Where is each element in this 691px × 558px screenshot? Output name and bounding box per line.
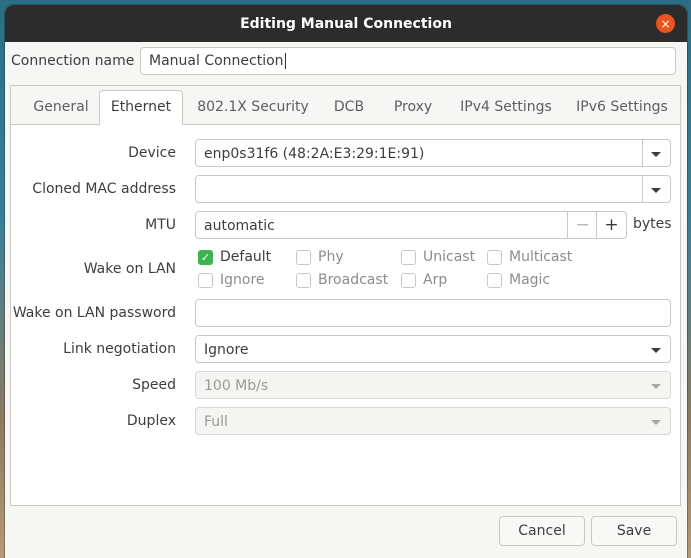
- wol-password-input[interactable]: [195, 299, 671, 327]
- chevron-down-icon: [651, 420, 661, 425]
- link-negotiation-combo[interactable]: Ignore: [195, 335, 671, 363]
- cancel-button[interactable]: Cancel: [499, 516, 585, 546]
- title-bar: Editing Manual Connection ×: [5, 5, 687, 42]
- chevron-down-icon[interactable]: [651, 348, 661, 353]
- chevron-down-icon[interactable]: [651, 152, 661, 157]
- chevron-down-icon[interactable]: [651, 188, 661, 193]
- speed-combo: 100 Mb/s: [195, 371, 671, 399]
- link-negotiation-value: Ignore: [204, 342, 249, 358]
- duplex-value: Full: [204, 414, 228, 430]
- connection-editor-dialog: Editing Manual Connection × Connection n…: [5, 5, 687, 558]
- tab-ipv6-settings[interactable]: IPv6 Settings: [569, 91, 675, 124]
- mtu-increment-button[interactable]: +: [596, 212, 626, 238]
- save-button[interactable]: Save: [591, 516, 677, 546]
- device-value: enp0s31f6 (48:2A:E3:29:1E:91): [204, 146, 425, 162]
- device-label: Device: [128, 145, 176, 161]
- device-combo[interactable]: enp0s31f6 (48:2A:E3:29:1E:91): [195, 139, 671, 167]
- tab-ipv4-settings[interactable]: IPv4 Settings: [453, 91, 559, 124]
- close-button[interactable]: ×: [656, 14, 675, 33]
- wol-ignore-checkbox[interactable]: Ignore: [198, 272, 265, 288]
- mtu-value[interactable]: automatic: [204, 218, 275, 234]
- tab-dcb[interactable]: DCB: [323, 91, 375, 124]
- mtu-label: MTU: [145, 217, 176, 233]
- connection-name-label: Connection name: [11, 53, 135, 69]
- speed-value: 100 Mb/s: [204, 378, 269, 394]
- text-caret: [284, 53, 286, 69]
- cloned-mac-combo[interactable]: [195, 175, 671, 203]
- chevron-down-icon: [651, 384, 661, 389]
- close-icon: ×: [660, 16, 671, 31]
- tab-ethernet[interactable]: Ethernet: [99, 90, 183, 125]
- wol-multicast-checkbox[interactable]: Multicast: [487, 249, 572, 265]
- wol-default-checkbox[interactable]: ✓ Default: [198, 249, 271, 265]
- connection-name-row: Connection name Manual Connection: [5, 46, 687, 78]
- wol-password-label: Wake on LAN password: [12, 305, 176, 321]
- wol-arp-checkbox[interactable]: Arp: [401, 272, 447, 288]
- wol-unicast-checkbox[interactable]: Unicast: [401, 249, 475, 265]
- duplex-combo: Full: [195, 407, 671, 435]
- window-title: Editing Manual Connection: [240, 15, 452, 32]
- tab-general[interactable]: General: [19, 91, 103, 124]
- checkmark-icon: ✓: [198, 249, 213, 265]
- tab-proxy[interactable]: Proxy: [383, 91, 443, 124]
- mtu-spinbutton[interactable]: automatic − +: [195, 211, 627, 239]
- wol-broadcast-checkbox[interactable]: Broadcast: [296, 272, 388, 288]
- wol-magic-checkbox[interactable]: Magic: [487, 272, 550, 288]
- link-negotiation-label: Link negotiation: [63, 341, 176, 357]
- speed-label: Speed: [132, 377, 176, 393]
- cloned-mac-label: Cloned MAC address: [32, 181, 176, 197]
- tab-8021x-security[interactable]: 802.1X Security: [193, 91, 313, 124]
- mtu-decrement-button[interactable]: −: [567, 212, 597, 238]
- connection-name-input[interactable]: Manual Connection: [140, 47, 676, 75]
- mtu-unit-label: bytes: [633, 216, 672, 232]
- wol-phy-checkbox[interactable]: Phy: [296, 249, 344, 265]
- wake-on-lan-label: Wake on LAN: [83, 261, 176, 277]
- tab-bar: General Ethernet 802.1X Security DCB Pro…: [11, 86, 680, 125]
- settings-notebook: General Ethernet 802.1X Security DCB Pro…: [10, 85, 681, 506]
- duplex-label: Duplex: [126, 413, 176, 429]
